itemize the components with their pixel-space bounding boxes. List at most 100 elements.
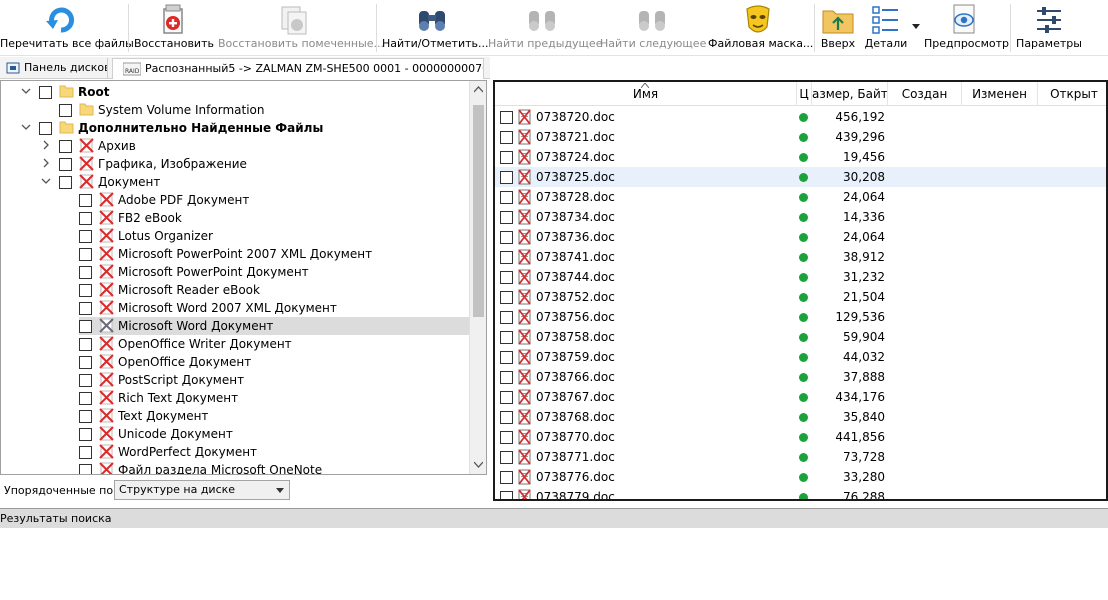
file-row-checkbox[interactable] [500, 111, 513, 124]
tree-item[interactable]: Файл раздела Microsoft OneNote [79, 461, 486, 474]
file-row-checkbox[interactable] [500, 451, 513, 464]
details-dropdown-arrow-icon[interactable] [912, 24, 920, 30]
recover-button[interactable]: Восстановить [134, 0, 214, 56]
tree-item-checkbox[interactable] [59, 158, 72, 171]
file-row[interactable]: 0738758.doc 59,904 [495, 327, 1106, 347]
tree-item[interactable]: Документ [1, 173, 471, 191]
file-row-checkbox[interactable] [500, 191, 513, 204]
file-row[interactable]: 0738770.doc 441,856 [495, 427, 1106, 447]
file-row[interactable]: 0738724.doc 19,456 [495, 147, 1106, 167]
tree-item-checkbox[interactable] [79, 374, 92, 387]
tree-item-checkbox[interactable] [79, 464, 92, 474]
file-row[interactable]: 0738756.doc 129,536 [495, 307, 1106, 327]
file-row-checkbox[interactable] [500, 211, 513, 224]
tree-item-checkbox[interactable] [79, 392, 92, 405]
tree-item[interactable]: Rich Text Документ [79, 389, 486, 407]
column-name[interactable]: Имя [495, 82, 797, 106]
tree-item[interactable]: System Volume Information [1, 101, 471, 119]
tree-item-checkbox[interactable] [79, 302, 92, 315]
tree-item-checkbox[interactable] [79, 356, 92, 369]
tree-item-checkbox[interactable] [79, 410, 92, 423]
file-row[interactable]: 0738752.doc 21,504 [495, 287, 1106, 307]
parameters-button[interactable]: Параметры [1014, 0, 1084, 56]
file-row[interactable]: 0738744.doc 31,232 [495, 267, 1106, 287]
tree-item[interactable]: PostScript Документ [79, 371, 486, 389]
column-modified[interactable]: Изменен [962, 82, 1038, 106]
tree-scroll-thumb[interactable] [473, 105, 484, 317]
file-row-checkbox[interactable] [500, 311, 513, 324]
file-row-checkbox[interactable] [500, 291, 513, 304]
tree-item-checkbox[interactable] [59, 104, 72, 117]
file-row-checkbox[interactable] [500, 411, 513, 424]
file-row-checkbox[interactable] [500, 371, 513, 384]
tree-item-checkbox[interactable] [79, 338, 92, 351]
tree-item[interactable]: Графика, Изображение [1, 155, 471, 173]
tree-item[interactable]: Microsoft Word Документ [79, 317, 486, 335]
file-row[interactable]: 0738734.doc 14,336 [495, 207, 1106, 227]
file-row-checkbox[interactable] [500, 251, 513, 264]
file-row-checkbox[interactable] [500, 231, 513, 244]
tree-item-checkbox[interactable] [39, 86, 52, 99]
file-row-checkbox[interactable] [500, 331, 513, 344]
column-created[interactable]: Создан [888, 82, 962, 106]
chevron-right-icon[interactable] [41, 158, 51, 168]
tree-item[interactable]: Microsoft Reader eBook [79, 281, 486, 299]
file-row[interactable]: 0738776.doc 33,280 [495, 467, 1106, 487]
chevron-down-icon[interactable] [21, 122, 31, 132]
file-row[interactable]: 0738768.doc 35,840 [495, 407, 1106, 427]
tree-item-checkbox[interactable] [79, 212, 92, 225]
chevron-right-icon[interactable] [41, 140, 51, 150]
file-row-checkbox[interactable] [500, 271, 513, 284]
file-row-checkbox[interactable] [500, 151, 513, 164]
tree-item-checkbox[interactable] [79, 194, 92, 207]
tree-scrollbar[interactable] [469, 81, 486, 474]
tree-item-checkbox[interactable] [79, 320, 92, 333]
chevron-down-icon[interactable] [21, 86, 31, 96]
reread-all-button[interactable]: Перечитать все файлы [0, 0, 134, 56]
chevron-down-icon[interactable] [41, 176, 51, 186]
up-button[interactable]: Вверх [818, 0, 858, 56]
sort-order-select[interactable]: Структуре на диске [114, 480, 290, 500]
tree-item-checkbox[interactable] [79, 428, 92, 441]
file-row-checkbox[interactable] [500, 131, 513, 144]
tree-item[interactable]: Архив [1, 137, 471, 155]
scroll-down-icon[interactable] [474, 460, 483, 469]
file-row[interactable]: 0738720.doc 456,192 [495, 107, 1106, 127]
file-row[interactable]: 0738766.doc 37,888 [495, 367, 1106, 387]
tree-item[interactable]: Adobe PDF Документ [79, 191, 486, 209]
details-button[interactable]: Детали [862, 0, 910, 56]
tree-item-checkbox[interactable] [79, 248, 92, 261]
file-row-checkbox[interactable] [500, 391, 513, 404]
tree-item[interactable]: OpenOffice Документ [79, 353, 486, 371]
tree-item-checkbox[interactable] [79, 284, 92, 297]
file-row[interactable]: 0738736.doc 24,064 [495, 227, 1106, 247]
scroll-up-icon[interactable] [474, 85, 483, 94]
file-row[interactable]: 0738771.doc 73,728 [495, 447, 1106, 467]
preview-button[interactable]: Предпросмотр [924, 0, 1009, 56]
file-row-checkbox[interactable] [500, 351, 513, 364]
file-row[interactable]: 0738728.doc 24,064 [495, 187, 1106, 207]
tree-item[interactable]: Lotus Organizer [79, 227, 486, 245]
file-row-checkbox[interactable] [500, 431, 513, 444]
file-row-checkbox[interactable] [500, 491, 513, 499]
tree-item-checkbox[interactable] [79, 230, 92, 243]
file-row-checkbox[interactable] [500, 471, 513, 484]
file-mask-button[interactable]: Файловая маска... [708, 0, 813, 56]
tree-item[interactable]: Text Документ [79, 407, 486, 425]
tab-disk-panel[interactable]: Панель дисков [2, 58, 108, 79]
column-accessed[interactable]: Открыт [1038, 82, 1106, 106]
tree-item-checkbox[interactable] [79, 266, 92, 279]
tree-item[interactable]: Unicode Документ [79, 425, 486, 443]
tree-item-checkbox[interactable] [59, 176, 72, 189]
column-size[interactable]: азмер, Байт [812, 82, 888, 106]
tree-item-checkbox[interactable] [59, 140, 72, 153]
file-row[interactable]: 0738725.doc 30,208 [495, 167, 1106, 187]
column-status[interactable]: Ц [797, 82, 812, 106]
tree-item-checkbox[interactable] [79, 446, 92, 459]
tree-item-checkbox[interactable] [39, 122, 52, 135]
tree-item[interactable]: WordPerfect Документ [79, 443, 486, 461]
file-row[interactable]: 0738779.doc 76,288 [495, 487, 1106, 499]
tree-item[interactable]: FB2 eBook [79, 209, 486, 227]
find-previous-button[interactable]: Найти предыдущее [488, 0, 602, 56]
find-mark-button[interactable]: Найти/Отметить... [382, 0, 489, 56]
